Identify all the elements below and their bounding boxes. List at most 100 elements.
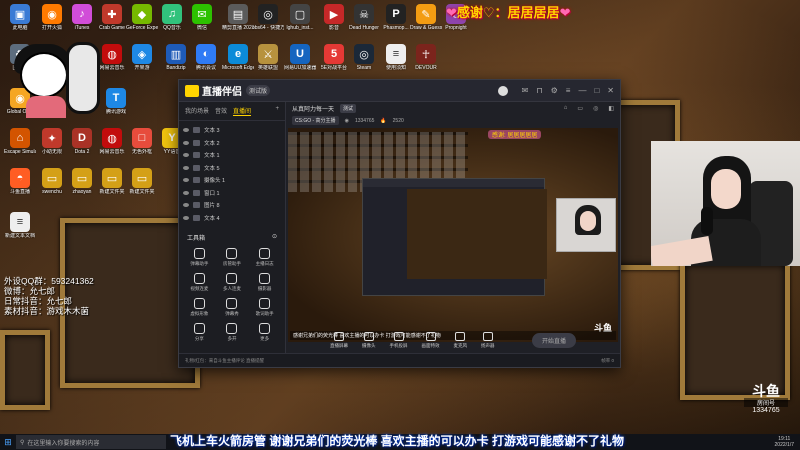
eye-icon[interactable] bbox=[183, 140, 189, 145]
eye-icon[interactable] bbox=[183, 203, 189, 208]
windows-start-icon[interactable]: ⊞ bbox=[0, 437, 16, 448]
collapse-icon[interactable]: ◧ bbox=[608, 105, 614, 112]
tool-item[interactable]: 视频连麦 bbox=[183, 273, 216, 292]
tool-item[interactable]: 主播日志 bbox=[248, 248, 281, 267]
tool-label: 虚拟形象 bbox=[190, 311, 209, 316]
desktop-icon[interactable]: ♪ iTunes bbox=[66, 4, 98, 31]
desktop-icon[interactable]: ⚔ 英雄联盟 bbox=[252, 44, 284, 71]
scene-panel: 我的场景 音效 直播间 + 文本 3 文本 2 文本 1 文本 5 摄像头 1 窗口 1 图… bbox=[179, 102, 286, 353]
close-icon[interactable]: ✕ bbox=[607, 86, 614, 95]
tool-item[interactable]: 弹幕助手 bbox=[183, 248, 216, 267]
control-button[interactable]: 扬声器 bbox=[481, 331, 495, 349]
desktop-icon[interactable]: ◈ 开果游 bbox=[126, 44, 158, 71]
desktop-icon[interactable]: ▣ 此电脑 bbox=[4, 4, 36, 31]
room-title[interactable]: 从真阿力每一天 bbox=[292, 104, 334, 113]
scene-item[interactable]: 图片 8 bbox=[183, 199, 281, 212]
desktop-icon[interactable]: ◍ 网易云音乐 bbox=[96, 44, 128, 71]
desktop-icon[interactable]: T 腾讯游戏 bbox=[100, 88, 132, 115]
scene-item[interactable]: 文本 4 bbox=[183, 212, 281, 225]
desktop-icon[interactable]: ✦ 小助无限 bbox=[36, 128, 68, 155]
desktop-icon[interactable]: ◎obs64 - 快捷方式 bbox=[252, 4, 284, 31]
category-select[interactable]: CS:GO - 高分主播 bbox=[292, 116, 339, 125]
desktop-icon[interactable]: ▭ 新建文件夹 bbox=[96, 168, 128, 195]
tool-item[interactable]: 虚拟形象 bbox=[183, 298, 216, 317]
desktop-icon[interactable]: ◓ 斗鱼直播 bbox=[4, 168, 36, 195]
tab-live-room[interactable]: 直播间 bbox=[233, 106, 252, 116]
tool-item[interactable]: 多人连麦 bbox=[216, 273, 249, 292]
desktop-icon[interactable]: ♫ QQ音乐 bbox=[156, 4, 188, 31]
toolbox-more-icon[interactable]: ⊙ bbox=[272, 233, 277, 242]
minimize-icon[interactable]: — bbox=[578, 86, 586, 95]
mic-link-icon[interactable]: ◎ bbox=[593, 105, 598, 112]
tool-item[interactable]: 房管助手 bbox=[216, 248, 249, 267]
scene-item[interactable]: 文本 3 bbox=[183, 124, 281, 137]
desktop-icon[interactable]: ▥ Bandizip bbox=[160, 44, 192, 71]
tab-sound[interactable]: 音效 bbox=[215, 106, 227, 116]
tool-item[interactable]: 分享 bbox=[183, 323, 216, 342]
settings-icon[interactable]: ⚙ bbox=[551, 86, 558, 95]
scene-item[interactable]: 文本 2 bbox=[183, 137, 281, 150]
gift-icon[interactable]: ⌂ bbox=[564, 105, 568, 112]
desktop-icon[interactable]: ▶ 影音 bbox=[318, 4, 350, 31]
desktop-icon[interactable]: □ 无色外框 bbox=[126, 128, 158, 155]
desktop-icon[interactable]: ◎ Steam bbox=[348, 44, 380, 71]
desktop-icon[interactable]: ▢ lghub_inst... bbox=[284, 4, 316, 31]
desktop-icon[interactable]: ◍ 网易云音乐 bbox=[96, 128, 128, 155]
control-button[interactable]: 摄像头 bbox=[362, 331, 376, 349]
clock-date[interactable]: 2022/1/7 bbox=[775, 442, 794, 448]
control-button[interactable]: 手机投屏 bbox=[390, 331, 408, 349]
control-button[interactable]: 麦克风 bbox=[454, 331, 467, 349]
add-icon[interactable]: + bbox=[275, 106, 279, 116]
scene-item[interactable]: 摄像头 1 bbox=[183, 174, 281, 187]
tool-item[interactable]: 更多 bbox=[248, 323, 281, 342]
shirt-icon[interactable]: ⊓ bbox=[536, 86, 542, 95]
tool-item[interactable]: 歌词助手 bbox=[248, 298, 281, 317]
desktop-icon[interactable]: ◆GeForce Experience bbox=[126, 4, 158, 31]
control-button[interactable]: 画面特效 bbox=[422, 331, 440, 349]
tool-item[interactable]: 弹幕秀 bbox=[216, 298, 249, 317]
tab-my-scenes[interactable]: 我的场景 bbox=[185, 106, 209, 116]
desktop-icon[interactable]: ≡ 使用须知 bbox=[380, 44, 412, 71]
chat-icon[interactable]: ▭ bbox=[577, 105, 583, 112]
desktop-icon[interactable]: ☥ DEVOUR bbox=[410, 44, 442, 71]
desktop-icon[interactable]: 5 5E对战平台 bbox=[318, 44, 350, 71]
mail-icon[interactable]: ✉ bbox=[522, 86, 529, 95]
desktop-icon[interactable]: ✚ Crab Game bbox=[96, 4, 128, 31]
tool-item[interactable]: 多开 bbox=[216, 323, 249, 342]
desktop-icon[interactable]: ▭ 新建文件夹 bbox=[126, 168, 158, 195]
eye-icon[interactable] bbox=[183, 153, 189, 158]
desktop-icon[interactable]: e Microsoft Edge bbox=[222, 44, 254, 71]
desktop-icon[interactable]: D Dota 2 bbox=[66, 128, 98, 155]
desktop-icon[interactable]: ▤精剪直播 2021111... bbox=[222, 4, 254, 31]
stream-preview[interactable]: 感谢: 居居居居居 斗鱼 感谢兄弟们的荧光棒 喜欢主播的可以办卡 打游戏可能感谢… bbox=[288, 128, 618, 342]
control-button[interactable]: 直播屏幕 bbox=[330, 331, 348, 349]
menu-icon[interactable]: ≡ bbox=[566, 86, 571, 95]
eye-icon[interactable] bbox=[183, 215, 189, 220]
tool-item[interactable]: 摄影器 bbox=[248, 273, 281, 292]
desktop-icon[interactable]: P Phasmop... bbox=[380, 4, 412, 31]
eye-icon[interactable] bbox=[183, 190, 189, 195]
desktop-icon-label: 开果游 bbox=[134, 65, 150, 71]
taskbar-search[interactable]: ⚲ 在这里输入你要搜索的内容 bbox=[16, 435, 166, 449]
eye-icon[interactable] bbox=[183, 178, 189, 183]
version-badge[interactable]: 测试版 bbox=[246, 85, 271, 96]
desktop-icon[interactable]: ☠ Dead Hunger bbox=[348, 4, 380, 31]
desktop-icon[interactable]: ✎ Draw & Guess bbox=[410, 4, 442, 31]
eye-icon[interactable] bbox=[183, 165, 189, 170]
desktop-icon[interactable]: ✉ 微信 bbox=[186, 4, 218, 31]
scene-item[interactable]: 窗口 1 bbox=[183, 187, 281, 200]
start-live-button[interactable]: 开始直播 bbox=[531, 332, 576, 348]
scene-item[interactable]: 文本 5 bbox=[183, 162, 281, 175]
desktop-icon[interactable]: ◉ 打开火狐 bbox=[36, 4, 68, 31]
desktop-icon[interactable]: ≡ 新建文本文档 bbox=[4, 212, 36, 239]
maximize-icon[interactable]: □ bbox=[594, 86, 599, 95]
scene-item[interactable]: 文本 1 bbox=[183, 149, 281, 162]
avatar[interactable] bbox=[497, 85, 508, 96]
eye-icon[interactable] bbox=[183, 128, 189, 133]
room-tag[interactable]: 测试 bbox=[340, 104, 357, 113]
desktop-icon[interactable]: ⌂Escape Simulator bbox=[4, 128, 36, 155]
desktop-icon[interactable]: ▭ zhaoyan bbox=[66, 168, 98, 195]
desktop-icon[interactable]: ◐ 腾讯会议 bbox=[190, 44, 222, 71]
desktop-icon[interactable]: ▭ swenchu bbox=[36, 168, 68, 195]
desktop-icon[interactable]: U 网易UU加速器 bbox=[284, 44, 316, 71]
